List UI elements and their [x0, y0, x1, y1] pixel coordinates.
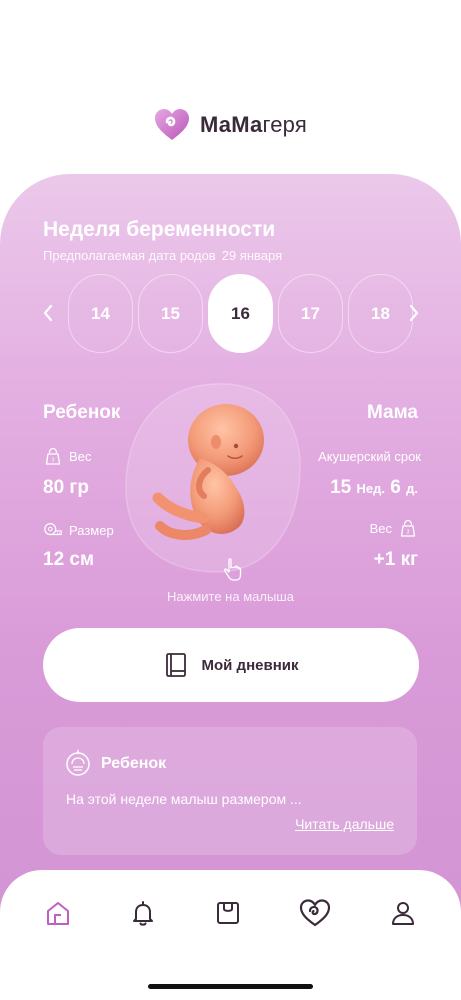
tap-hint: Нажмите на малыша — [167, 589, 294, 604]
baby-size-value: 12 см — [43, 549, 95, 570]
brand-name-light: геря — [262, 112, 307, 137]
chevron-right-icon[interactable] — [404, 300, 424, 326]
bottom-nav — [0, 870, 461, 1000]
page-title: Неделя беременности — [43, 218, 276, 241]
bell-icon — [133, 901, 153, 926]
week-16-selected[interactable]: 16 — [208, 274, 273, 353]
heart-logo-icon — [155, 109, 190, 140]
screen: МаМагеря Неделя беременности Предполагае… — [0, 0, 461, 1000]
week-selector: 14 15 16 17 18 — [68, 274, 413, 353]
heart-icon — [299, 899, 331, 927]
baby-title: Ребенок — [43, 402, 121, 423]
brand-name: МаМагеря — [200, 112, 307, 138]
nav-notifications[interactable] — [127, 897, 159, 929]
mom-term-weeks: 15 — [330, 477, 352, 498]
due-date-label: Предполагаемая дата родов — [43, 248, 216, 263]
baby-weight-value: 80 гр — [43, 477, 89, 498]
baby-weight-label-row: 3 Вес — [43, 446, 91, 466]
mom-term-value: 15 Нед. 6 д. — [330, 477, 418, 499]
kettlebell-icon: 3 — [45, 447, 61, 465]
mom-term-weeks-unit: Нед. — [356, 481, 385, 496]
due-date-row: Предполагаемая дата родов 29 января — [43, 248, 288, 263]
measuring-tape-icon — [44, 523, 62, 536]
nav-profile[interactable] — [387, 897, 419, 929]
bag-icon — [217, 902, 239, 924]
baby-weight-label: Вес — [69, 448, 92, 464]
info-card-text: На этой неделе малыш размером ... — [66, 791, 302, 807]
week-17[interactable]: 17 — [278, 274, 343, 353]
fetus-image[interactable] — [148, 398, 268, 548]
mom-term-days-unit: д. — [406, 481, 418, 496]
svg-text:3: 3 — [52, 458, 55, 464]
chevron-left-icon[interactable] — [38, 300, 58, 326]
due-date-value: 29 января — [221, 248, 283, 263]
svg-text:3: 3 — [407, 530, 410, 536]
home-indicator[interactable] — [148, 984, 313, 989]
week-14[interactable]: 14 — [68, 274, 133, 353]
nav-favorites[interactable] — [299, 897, 331, 929]
mom-term-label: Акушерский срок — [318, 449, 421, 464]
mom-weight-label-row: Вес 3 — [370, 518, 418, 538]
nav-shop[interactable] — [212, 897, 244, 929]
nav-home[interactable] — [42, 897, 74, 929]
my-diary-label: Мой дневник — [201, 656, 299, 674]
tap-hand-icon — [223, 558, 242, 581]
home-icon — [47, 902, 69, 925]
app-header: МаМагеря — [0, 108, 461, 142]
brand-name-bold: МаМа — [200, 112, 263, 137]
my-diary-button[interactable]: Мой дневник — [43, 628, 419, 702]
mom-weight-label: Вес — [369, 520, 392, 536]
baby-size-label-row: Размер — [43, 520, 114, 540]
mom-weight-value: +1 кг — [373, 549, 418, 570]
mom-title: Мама — [367, 402, 418, 423]
mom-term-days: 6 — [390, 477, 401, 498]
kettlebell-icon: 3 — [400, 519, 416, 537]
book-icon — [165, 653, 186, 677]
baby-size-label: Размер — [69, 522, 114, 538]
info-card-title: Ребенок — [101, 755, 167, 772]
read-more-link[interactable]: Читать дальше — [295, 816, 394, 832]
week-15[interactable]: 15 — [138, 274, 203, 353]
profile-icon — [392, 902, 414, 925]
fruit-size-icon — [66, 749, 90, 776]
